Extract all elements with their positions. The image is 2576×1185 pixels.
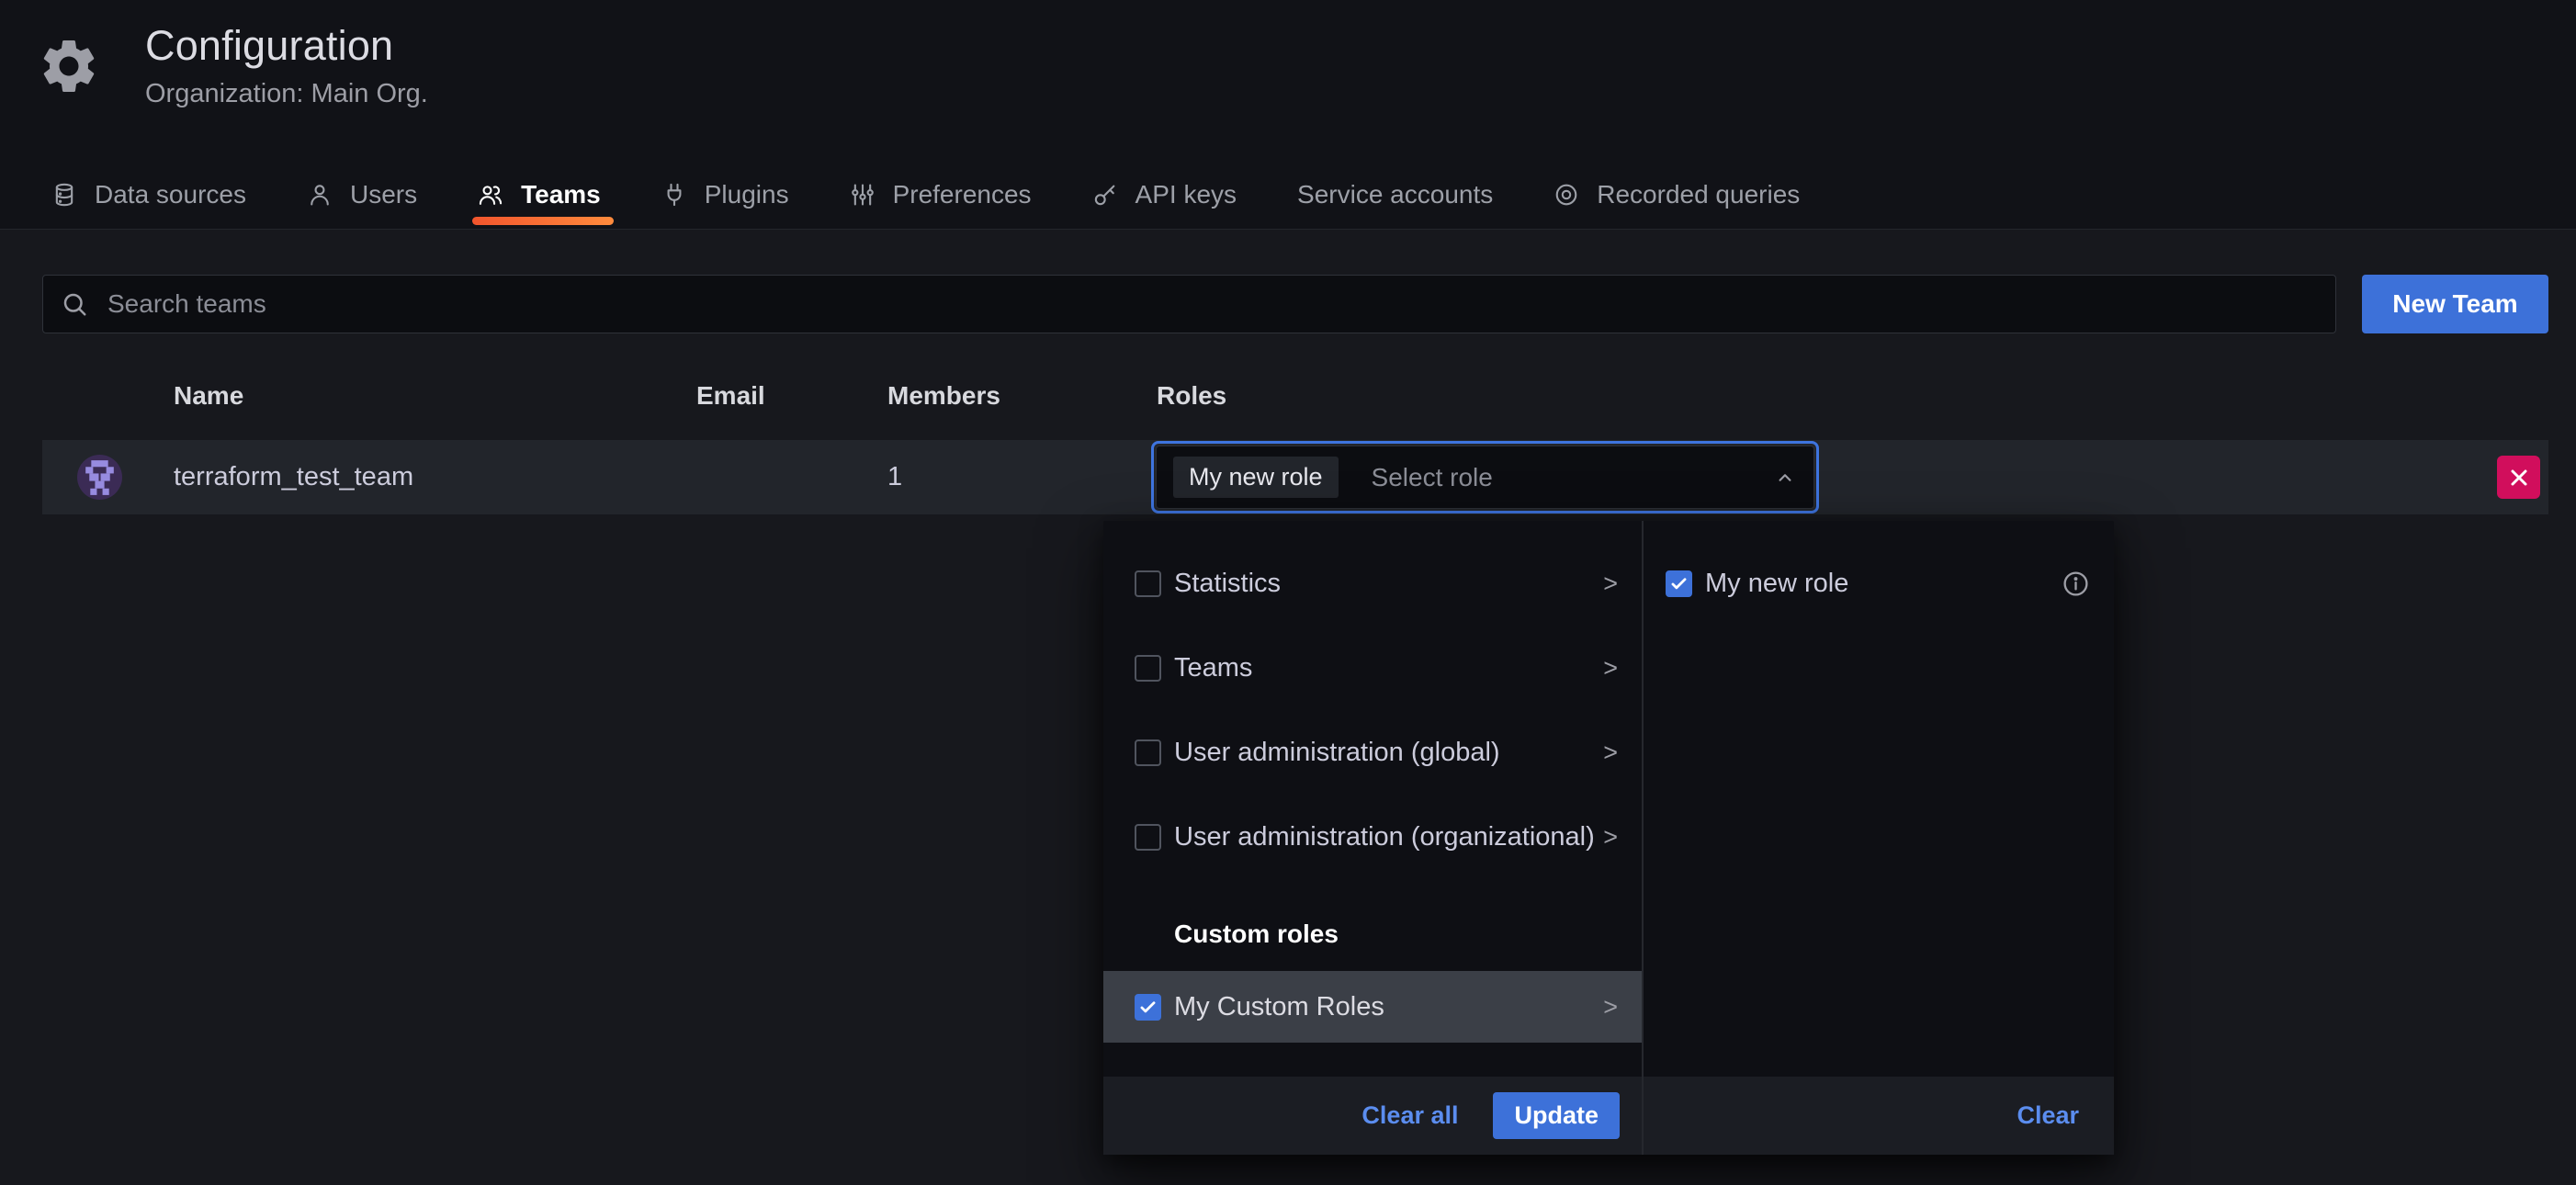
role-groups-list: Statistics > Teams > User administration… [1103, 521, 1642, 1043]
clear-button[interactable]: Clear [2017, 1101, 2079, 1130]
column-header-members: Members [887, 381, 1000, 411]
column-header-email: Email [696, 381, 765, 411]
table-row: terraform_test_team 1 My new role Select… [42, 440, 2548, 514]
role-group-label: Teams [1174, 653, 1252, 683]
tab-label: Preferences [893, 180, 1032, 209]
role-group-statistics[interactable]: Statistics > [1103, 541, 1642, 626]
gear-icon [37, 30, 101, 102]
check-icon [1138, 998, 1158, 1017]
sliders-icon [850, 182, 876, 208]
team-avatar [77, 455, 122, 500]
role-picker-select[interactable]: My new role Select role [1151, 441, 1819, 514]
close-icon [2508, 467, 2530, 489]
tab-service-accounts[interactable]: Service accounts [1297, 161, 1493, 229]
tab-label: API keys [1135, 180, 1237, 209]
database-icon [51, 182, 77, 208]
active-tab-underline [472, 217, 614, 225]
chevron-right-icon[interactable]: > [1598, 654, 1618, 683]
checkbox-unchecked[interactable] [1135, 570, 1161, 597]
page-title: Configuration [145, 22, 428, 70]
role-group-label: User administration (global) [1174, 738, 1500, 768]
update-button[interactable]: Update [1493, 1092, 1620, 1139]
table-header: Name Email Members Roles [0, 381, 2576, 409]
role-group-my-custom-roles[interactable]: My Custom Roles > [1103, 971, 1642, 1043]
tab-label: Service accounts [1297, 180, 1493, 209]
tab-data-sources[interactable]: Data sources [51, 161, 246, 229]
key-icon [1092, 182, 1118, 208]
tab-teams[interactable]: Teams [478, 161, 601, 229]
role-group-user-admin-global[interactable]: User administration (global) > [1103, 710, 1642, 795]
teams-configuration-page: Configuration Organization: Main Org. Da… [0, 0, 2576, 1185]
info-icon[interactable] [2062, 570, 2090, 598]
role-group-user-admin-org[interactable]: User administration (organizational) > [1103, 795, 1642, 879]
chevron-right-icon[interactable]: > [1598, 739, 1618, 767]
user-icon [307, 182, 333, 208]
role-picker-placeholder: Select role [1372, 463, 1493, 492]
search-input[interactable] [42, 275, 2336, 333]
role-picker-input: My new role Select role [1156, 446, 1814, 509]
column-header-roles: Roles [1157, 381, 1226, 411]
plug-icon [661, 182, 687, 208]
page-header-section: Configuration Organization: Main Org. Da… [0, 0, 2576, 230]
chevron-up-icon[interactable] [1773, 466, 1797, 490]
role-submenu-list: My new role [1644, 521, 2114, 626]
page-titles: Configuration Organization: Main Org. [145, 22, 428, 109]
selected-role-tag[interactable]: My new role [1173, 457, 1339, 498]
role-picker-dropdown: Statistics > Teams > User administration… [1103, 521, 2114, 1155]
new-team-button[interactable]: New Team [2362, 275, 2548, 333]
content-area: New Team Name Email Members Roles [0, 230, 2576, 1185]
checkbox-unchecked[interactable] [1135, 739, 1161, 766]
tab-preferences[interactable]: Preferences [850, 161, 1032, 229]
chevron-right-icon[interactable]: > [1598, 993, 1618, 1021]
tab-bar: Data sources Users Teams Plugins Prefere [51, 161, 1800, 229]
clear-all-button[interactable]: Clear all [1361, 1101, 1458, 1130]
checkbox-checked[interactable] [1666, 570, 1692, 597]
record-icon [1554, 182, 1579, 208]
search-box [42, 275, 2336, 333]
column-header-name: Name [174, 381, 243, 411]
checkbox-checked[interactable] [1135, 994, 1161, 1021]
tab-users[interactable]: Users [307, 161, 417, 229]
page-header: Configuration Organization: Main Org. [0, 0, 2576, 109]
checkbox-unchecked[interactable] [1135, 824, 1161, 851]
chevron-right-icon[interactable]: > [1598, 823, 1618, 852]
page-subtitle: Organization: Main Org. [145, 79, 428, 109]
users-icon [478, 182, 503, 208]
role-picker-footer-left: Clear all Update [1103, 1077, 1642, 1155]
role-picker-footer-right: Clear [1644, 1077, 2114, 1155]
tab-recorded-queries[interactable]: Recorded queries [1554, 161, 1800, 229]
role-groups-panel: Statistics > Teams > User administration… [1103, 521, 1644, 1155]
tab-label: Teams [521, 180, 601, 209]
role-submenu-panel: My new role Clear [1644, 521, 2114, 1155]
tab-label: Data sources [95, 180, 246, 209]
role-option-label: My new role [1705, 569, 1848, 599]
tab-plugins[interactable]: Plugins [661, 161, 789, 229]
tab-label: Plugins [705, 180, 789, 209]
checkbox-unchecked[interactable] [1135, 655, 1161, 682]
role-group-label: Statistics [1174, 569, 1281, 599]
delete-team-button[interactable] [2497, 456, 2540, 499]
team-name-link[interactable]: terraform_test_team [174, 440, 413, 514]
role-option-my-new-role[interactable]: My new role [1644, 541, 2114, 626]
role-group-teams[interactable]: Teams > [1103, 626, 1642, 710]
chevron-right-icon[interactable]: > [1598, 570, 1618, 598]
team-members-count: 1 [887, 440, 902, 514]
check-icon [1669, 574, 1689, 593]
tab-api-keys[interactable]: API keys [1092, 161, 1237, 229]
custom-roles-section-header: Custom roles [1103, 911, 1642, 957]
tab-label: Users [350, 180, 417, 209]
tab-label: Recorded queries [1597, 180, 1800, 209]
role-group-label: User administration (organizational) [1174, 822, 1595, 852]
role-group-label: My Custom Roles [1174, 992, 1384, 1022]
